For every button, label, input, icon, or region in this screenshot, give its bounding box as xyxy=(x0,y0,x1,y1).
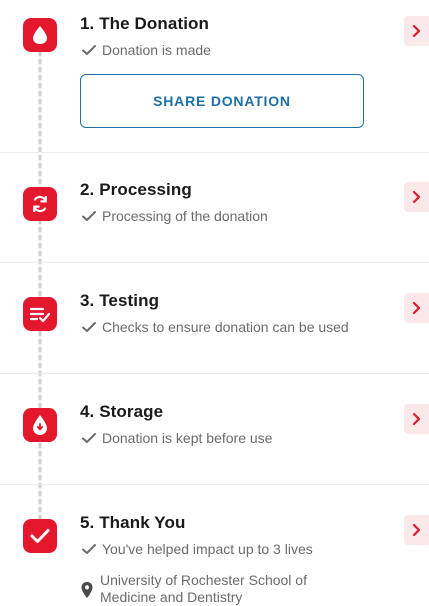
divider xyxy=(0,484,429,485)
timeline-connector xyxy=(38,52,42,522)
location-line-1: University of Rochester School of xyxy=(100,572,307,588)
step-title: 1. The Donation xyxy=(80,14,209,33)
check-icon xyxy=(82,433,96,443)
chevron-right-icon xyxy=(412,412,421,426)
step-expand-button[interactable] xyxy=(404,515,429,545)
donation-journey-screen: 1. The Donation Donation is made SHARE D… xyxy=(0,0,429,606)
step-expand-button[interactable] xyxy=(404,404,429,434)
step-expand-button[interactable] xyxy=(404,16,429,46)
step-status-text: You've helped impact up to 3 lives xyxy=(102,541,313,557)
step-status: Checks to ensure donation can be used xyxy=(82,319,349,335)
checklist-icon xyxy=(23,297,57,331)
step-title: 5. Thank You xyxy=(80,513,186,532)
location-line-2: Medicine and Dentistry xyxy=(100,589,243,605)
blood-drop-icon xyxy=(23,18,57,52)
step-status-text: Donation is kept before use xyxy=(102,430,273,446)
step-status-text: Processing of the donation xyxy=(102,208,268,224)
check-icon xyxy=(82,322,96,332)
step-status-text: Checks to ensure donation can be used xyxy=(102,319,349,335)
step-status: You've helped impact up to 3 lives xyxy=(82,541,313,557)
divider xyxy=(0,262,429,263)
step-status: Donation is made xyxy=(82,42,211,58)
chevron-right-icon xyxy=(412,190,421,204)
storage-drop-icon xyxy=(23,408,57,442)
divider xyxy=(0,152,429,153)
divider xyxy=(0,373,429,374)
check-icon xyxy=(82,544,96,554)
step-title: 3. Testing xyxy=(80,291,160,310)
step-status-text: Donation is made xyxy=(102,42,211,58)
check-icon xyxy=(82,45,96,55)
step-title: 2. Processing xyxy=(80,180,192,199)
checkmark-icon xyxy=(23,519,57,553)
donation-location: University of Rochester School of Medici… xyxy=(80,572,400,606)
step-status: Donation is kept before use xyxy=(82,430,272,446)
step-expand-button[interactable] xyxy=(404,293,429,323)
check-icon xyxy=(82,211,96,221)
step-status: Processing of the donation xyxy=(82,208,268,224)
share-donation-button[interactable]: SHARE DONATION xyxy=(80,74,364,128)
chevron-right-icon xyxy=(412,301,421,315)
location-text: University of Rochester School of Medici… xyxy=(100,572,400,606)
step-title: 4. Storage xyxy=(80,402,164,421)
step-expand-button[interactable] xyxy=(404,182,429,212)
chevron-right-icon xyxy=(412,523,421,537)
refresh-icon xyxy=(23,187,57,221)
map-pin-icon xyxy=(81,582,93,598)
chevron-right-icon xyxy=(412,24,421,38)
